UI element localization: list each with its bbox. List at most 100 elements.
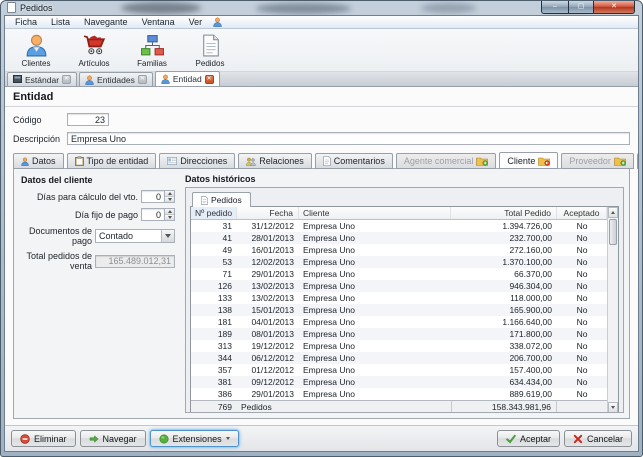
table-row[interactable]: 71 29/01/2013 Empresa Uno 66.370,00 No [191,268,607,280]
navegar-button[interactable]: Navegar [80,430,146,447]
scroll-down-icon[interactable] [608,402,618,413]
tab-comentarios[interactable]: Comentarios [315,153,393,169]
tab-datos[interactable]: Datos [13,153,64,169]
cell-total: 338.072,00 [451,341,557,351]
cell-cliente: Empresa Uno [299,341,451,351]
tab-pedidos[interactable]: Pedidos [192,192,251,207]
tab-auditoria[interactable]: Auditoría [637,153,638,169]
tab-agente-comercial[interactable]: Agente comercial [396,153,497,169]
toolbar-familias-button[interactable]: Familias [124,30,180,70]
cell-aceptado: No [557,329,607,339]
spinner-down-icon[interactable] [165,214,174,220]
toolbar-pedidos-button[interactable]: Pedidos [182,30,238,70]
toolbar-clientes-button[interactable]: Clientes [8,30,64,70]
cell-fecha: 08/01/2013 [237,329,299,339]
column-header-fecha[interactable]: Fecha [237,207,299,219]
tab-direcciones[interactable]: Direcciones [159,153,235,169]
close-button[interactable]: ✕ [594,1,635,14]
menu-ver[interactable]: Ver [182,16,210,28]
tab-entidades[interactable]: Entidades ✕ [79,72,153,86]
action-bar: Eliminar Navegar Extensiones Aceptar Can… [5,425,638,451]
table-row[interactable]: 53 12/02/2013 Empresa Uno 1.370.100,00 N… [191,256,607,268]
cell-aceptado: No [557,269,607,279]
cell-aceptado: No [557,245,607,255]
tab-proveedor[interactable]: Proveedor [561,153,634,169]
table-row[interactable]: 31 31/12/2012 Empresa Uno 1.394.726,00 N… [191,220,607,232]
cell-cliente: Empresa Uno [299,281,451,291]
menu-lista[interactable]: Lista [44,16,77,28]
menu-navegante[interactable]: Navegante [77,16,135,28]
table-row[interactable]: 386 29/01/2013 Empresa Uno 889.619,00 No [191,388,607,400]
scrollbar-thumb[interactable] [609,219,617,245]
menu-ficha[interactable]: Ficha [8,16,44,28]
scroll-up-icon[interactable] [608,207,618,218]
tab-label: Comentarios [334,156,385,166]
cell-total: 118.000,00 [451,293,557,303]
app-icon [7,2,16,13]
delete-icon [20,434,30,444]
cancelar-button[interactable]: Cancelar [564,430,632,447]
descripcion-row: Descripción [13,132,630,145]
tab-close-icon[interactable]: ✕ [62,75,71,84]
column-header-aceptado[interactable]: Aceptado [557,207,607,219]
tab-label: Pedidos [211,195,242,205]
scrollbar-track[interactable] [608,246,618,402]
panel-title: Datos históricos [185,174,624,184]
table-row[interactable]: 313 19/12/2012 Empresa Uno 338.072,00 No [191,340,607,352]
table-row[interactable]: 381 09/12/2012 Empresa Uno 634.434,00 No [191,376,607,388]
extensiones-button[interactable]: Extensiones [150,430,239,447]
note-icon [323,156,331,166]
table-row[interactable]: 181 04/01/2013 Empresa Uno 1.166.640,00 … [191,316,607,328]
cell-pedido: 189 [191,329,237,339]
cell-pedido: 181 [191,317,237,327]
chevron-down-icon[interactable] [161,230,174,242]
codigo-label: Código [13,115,67,125]
menu-ventana[interactable]: Ventana [135,16,182,28]
footer-label: Pedidos [237,402,299,412]
table-row[interactable]: 357 01/12/2012 Empresa Uno 157.400,00 No [191,364,607,376]
tab-close-icon[interactable]: ✕ [138,75,147,84]
aceptar-button[interactable]: Aceptar [497,430,560,447]
descripcion-field[interactable] [67,132,630,145]
tab-close-icon[interactable]: ✕ [205,75,214,84]
client-data-panel: Datos del cliente Días para cálculo del … [19,174,177,413]
codigo-field[interactable] [67,113,109,126]
titlebar[interactable]: Pedidos – ▢ ✕ [1,1,642,15]
tab-cliente[interactable]: Cliente [499,152,558,169]
user-icon[interactable] [213,17,222,27]
cell-cliente: Empresa Uno [299,257,451,267]
dias-calculo-field[interactable] [141,190,165,203]
spinner [165,190,175,203]
table-row[interactable]: 344 06/12/2012 Empresa Uno 206.700,00 No [191,352,607,364]
button-label: Cancelar [587,434,623,444]
codigo-row: Código [13,113,630,126]
tab-tipo-de-entidad[interactable]: Tipo de entidad [67,153,157,169]
hierarchy-icon [140,33,165,58]
column-header-pedido[interactable]: Nº pedido [191,207,237,219]
window-title: Pedidos [20,3,53,13]
documentos-pago-dropdown[interactable]: Contado [95,229,175,243]
table-row[interactable]: 189 08/01/2013 Empresa Uno 171.800,00 No [191,328,607,340]
eliminar-button[interactable]: Eliminar [11,430,76,447]
table-scrollbar[interactable] [607,207,618,413]
column-header-cliente[interactable]: Cliente [299,207,451,219]
toolbar-articulos-button[interactable]: Artículos [66,30,122,70]
table-row[interactable]: 41 28/01/2013 Empresa Uno 232.700,00 No [191,232,607,244]
tab-entidad[interactable]: Entidad ✕ [155,71,220,86]
table-row[interactable]: 138 15/01/2013 Empresa Uno 165.900,00 No [191,304,607,316]
maximize-button[interactable]: ▢ [568,1,594,14]
cell-pedido: 357 [191,365,237,375]
dia-fijo-field[interactable] [141,208,165,221]
spinner-down-icon[interactable] [165,196,174,202]
table-row[interactable]: 126 13/02/2013 Empresa Uno 946.304,00 No [191,280,607,292]
cliente-tab-content: Datos del cliente Días para cálculo del … [13,168,630,419]
tab-relaciones[interactable]: Relaciones [238,153,312,169]
cell-aceptado: No [557,377,607,387]
minimize-button[interactable]: – [541,1,568,14]
tab-estandar[interactable]: Estándar ✕ [7,72,77,86]
table-row[interactable]: 133 13/02/2013 Empresa Uno 118.000,00 No [191,292,607,304]
cell-cliente: Empresa Uno [299,293,451,303]
glass-blur-decoration [121,2,201,14]
table-row[interactable]: 49 16/01/2013 Empresa Uno 272.160,00 No [191,244,607,256]
column-header-total[interactable]: Total Pedido [451,207,557,219]
